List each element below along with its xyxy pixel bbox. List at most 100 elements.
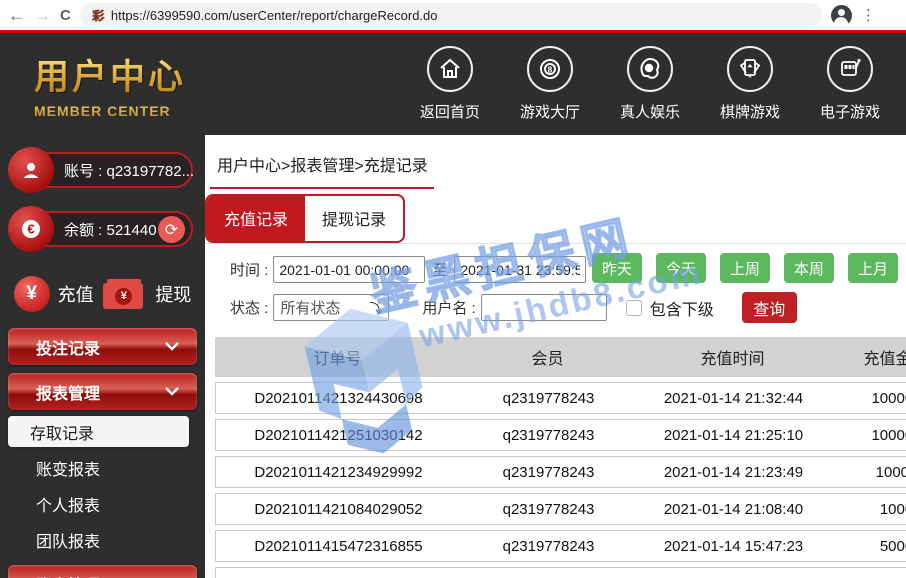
withdraw-button[interactable]: ¥ 提现 [103, 279, 191, 310]
menu-label: 个人报表 [36, 492, 100, 516]
main-content: 鉴黑担保网 www.jhdb8.com 用户中心>报表管理>充提记录 充值记录 … [205, 135, 906, 578]
sidebar-item-team-report[interactable]: 团队报表 [14, 523, 191, 557]
cards-icon [727, 46, 773, 92]
nav-item-label: 真人娱乐 [620, 101, 680, 122]
browser-menu-icon[interactable]: ⋮ [861, 6, 876, 24]
browser-reload-icon[interactable]: C [60, 7, 71, 24]
table-row[interactable]: D2021011421234929992 q2319778243 2021-01… [215, 456, 906, 488]
nav-item-label: 棋牌游戏 [720, 101, 780, 122]
menu-label: 报表管理 [36, 380, 100, 404]
wallet-icon: ¥ [103, 279, 147, 310]
sidebar-item-personal-report[interactable]: 个人报表 [14, 487, 191, 521]
logo-title: 用户中心 [34, 49, 186, 100]
nav-item-label: 电子游戏 [820, 101, 880, 122]
table-row[interactable]: D2021011421251030142 q2319778243 2021-01… [215, 419, 906, 451]
breadcrumb: 用户中心>报表管理>充提记录 [205, 135, 906, 176]
nav-item-live-casino[interactable]: 真人娱乐 [620, 46, 680, 122]
chevron-down-icon [165, 342, 179, 351]
filter-panel: 时间 : 至 昨天 今天 上周 本周 上月 状态 : 所有状态 ⤵ [205, 244, 906, 332]
coin-euro-icon: € [8, 206, 54, 252]
cell-recharge-amount: 10000 [831, 464, 906, 481]
col-recharge-amount: 充值金额 [830, 345, 906, 369]
cell-member: q2319778243 [461, 464, 636, 481]
slot-machine-icon [827, 46, 873, 92]
live-dealer-icon [627, 46, 673, 92]
billiard-icon: 8 [527, 46, 573, 92]
withdraw-label: 提现 [155, 281, 191, 307]
search-button[interactable]: 查询 [742, 292, 797, 323]
col-recharge-time: 充值时间 [635, 345, 830, 369]
table-row[interactable]: D2021011421084029052 q2319778243 2021-01… [215, 493, 906, 525]
status-value: 所有状态 [280, 297, 340, 318]
cell-member: q2319778243 [461, 390, 636, 407]
today-button[interactable]: 今天 [656, 253, 706, 283]
nav-item-board-games[interactable]: 棋牌游戏 [720, 46, 780, 122]
cell-order-no: D2021011421324430698 [216, 390, 461, 407]
address-bar[interactable]: 彩 https://6399590.com/userCenter/report/… [80, 3, 822, 27]
cell-member: q2319778243 [461, 501, 636, 518]
last-month-button[interactable]: 上月 [848, 253, 898, 283]
browser-profile-icon[interactable] [831, 5, 852, 26]
sidebar-item-report-management[interactable]: 报表管理 [8, 373, 197, 410]
refresh-balance-icon[interactable]: ⟳ [158, 216, 185, 243]
quick-date-buttons: 昨天 今天 上周 本周 上月 [592, 253, 906, 283]
user-icon [8, 147, 54, 193]
tab-withdraw-records[interactable]: 提现记录 [305, 196, 403, 241]
table-row[interactable]: D2021011415472316855 q2319778243 2021-01… [215, 530, 906, 562]
sidebar-item-account-management[interactable]: 账户管理 [8, 565, 197, 578]
svg-text:€: € [27, 222, 34, 237]
cell-recharge-amount: 1000 [831, 501, 906, 518]
sidebar-item-account-change-report[interactable]: 账变报表 [14, 451, 191, 485]
table-row[interactable]: D2021011415425316732 q2319778243 2021-01… [215, 567, 906, 578]
cell-recharge-amount: 5000 [831, 575, 906, 578]
cell-recharge-time: 2021-01-14 15:42:53 [636, 575, 831, 578]
table-row[interactable]: D2021011421324430698 q2319778243 2021-01… [215, 382, 906, 414]
svg-text:8: 8 [548, 66, 553, 75]
logo-subtitle: MEMBER CENTER [34, 103, 186, 119]
sidebar-item-deposit-withdraw-records[interactable]: 存取记录 [8, 416, 189, 447]
cell-order-no: D2021011415425316732 [216, 575, 461, 578]
this-week-button[interactable]: 本周 [784, 253, 834, 283]
col-member: 会员 [460, 345, 635, 369]
cell-order-no: D2021011421251030142 [216, 427, 461, 444]
browser-back-icon[interactable]: ← [8, 7, 25, 24]
time-from-input[interactable] [273, 256, 425, 283]
tab-recharge-records[interactable]: 充值记录 [207, 196, 305, 241]
recharge-table: 订单号 会员 充值时间 充值金额 D2021011421324430698 q2… [215, 337, 906, 578]
cell-member: q2319778243 [461, 538, 636, 555]
sidebar-menu: 投注记录 报表管理 存取记录 账变报表 个人报表 团队报表 账户管理 [0, 328, 205, 578]
time-label: 时间 : [230, 259, 268, 280]
browser-toolbar: ← → C 彩 https://6399590.com/userCenter/r… [0, 0, 906, 30]
time-to-input[interactable] [454, 256, 586, 283]
yesterday-button[interactable]: 昨天 [592, 253, 642, 283]
cell-recharge-time: 2021-01-14 21:25:10 [636, 427, 831, 444]
filter-row-time: 时间 : 至 昨天 今天 上周 本周 上月 [230, 255, 906, 284]
status-select[interactable]: 所有状态 ⤵ [273, 294, 389, 321]
include-subordinates-checkbox[interactable] [626, 300, 642, 316]
filter-row-status: 状态 : 所有状态 ⤵ 用户名 : 包含下级 查询 [230, 293, 906, 322]
cell-member: q2319778243 [461, 575, 636, 578]
yuan-coin-icon: ¥ [14, 276, 50, 312]
sidebar-item-bet-records[interactable]: 投注记录 [8, 328, 197, 365]
browser-forward-icon[interactable]: → [34, 7, 51, 24]
cell-order-no: D2021011421234929992 [216, 464, 461, 481]
cell-recharge-time: 2021-01-14 21:08:40 [636, 501, 831, 518]
cell-order-no: D2021011415472316855 [216, 538, 461, 555]
cell-recharge-time: 2021-01-14 21:32:44 [636, 390, 831, 407]
menu-label: 账变报表 [36, 456, 100, 480]
nav-item-label: 返回首页 [420, 101, 480, 122]
site-header: 用户中心 MEMBER CENTER 返回首页 8 游戏大厅 真人娱乐 棋牌游戏 [0, 30, 906, 135]
username-input[interactable] [481, 294, 607, 321]
url-text: https://6399590.com/userCenter/report/ch… [111, 8, 438, 23]
last-week-button[interactable]: 上周 [720, 253, 770, 283]
nav-item-slots[interactable]: 电子游戏 [820, 46, 880, 122]
chevron-down-icon: ⤵ [369, 298, 382, 317]
nav-item-game-hall[interactable]: 8 游戏大厅 [520, 46, 580, 122]
table-header-row: 订单号 会员 充值时间 充值金额 [215, 337, 906, 377]
recharge-button[interactable]: ¥ 充值 [14, 276, 94, 312]
include-subordinates-label: 包含下级 [650, 296, 714, 320]
nav-item-home[interactable]: 返回首页 [420, 46, 480, 122]
username-label: 用户名 : [422, 297, 475, 318]
sidebar: 账号 : q23197782... € 余额 : 521440 ⟳ ¥ 充值 ¥… [0, 135, 205, 578]
account-label: 账号 : q23197782... [30, 152, 193, 188]
